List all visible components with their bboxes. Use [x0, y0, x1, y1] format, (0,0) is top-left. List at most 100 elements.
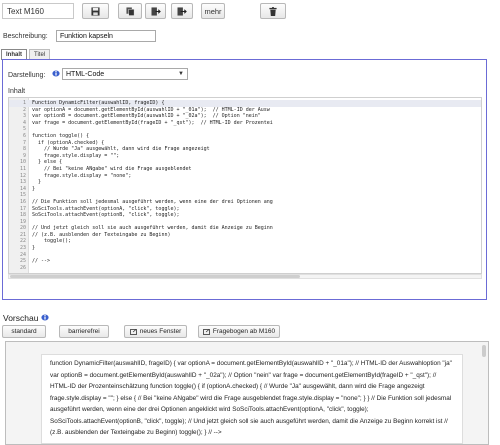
code-line: 9 frage.style.display = "";	[9, 153, 481, 160]
code-line: 21 // (z.B. ausblenden der Texteingabe zu…	[9, 232, 481, 239]
more-label: mehr	[204, 6, 222, 16]
line-number: 12	[19, 172, 26, 179]
code-text: Function DynamicFilter(auswahlID, frageI…	[32, 100, 165, 106]
line-number: 16	[19, 198, 26, 205]
line-number: 20	[19, 225, 26, 232]
code-line: 22 toggle();	[9, 238, 481, 245]
scrollbar-thumb[interactable]	[10, 275, 300, 278]
preview-text: function DynamicFilter(auswahlID, frageI…	[50, 360, 452, 436]
item-title: Text M160	[2, 3, 74, 19]
code-line: 6 function toggle() {	[9, 133, 481, 140]
preview-heading: Vorschau	[3, 313, 39, 323]
duplicate-button[interactable]	[118, 3, 142, 19]
description-label: Beschreibung:	[3, 33, 48, 40]
move-out-icon	[151, 6, 161, 16]
line-number: 8	[22, 146, 26, 153]
code-text: }	[32, 179, 42, 186]
move-in-button[interactable]	[171, 3, 193, 19]
code-line: 17 SoSciTools.attachEvent(optionA, "click…	[9, 206, 481, 213]
code-text: toggle();	[32, 238, 72, 245]
code-text: if (optionA.checked) {	[32, 139, 105, 146]
info-icon[interactable]	[41, 314, 49, 321]
save-button[interactable]	[82, 3, 109, 19]
line-number: 19	[19, 218, 26, 225]
line-number: 9	[22, 152, 26, 159]
code-line: 26	[9, 265, 481, 272]
display-mode-value: HTML-Code	[66, 71, 105, 78]
save-icon	[91, 6, 100, 16]
preview-new-window-button[interactable]: neues Fenster	[124, 325, 187, 338]
display-mode-select[interactable]: HTML-Code ▼	[62, 68, 188, 80]
preview-accessible-button[interactable]: barrierefrei	[59, 325, 109, 338]
line-number: 4	[22, 119, 26, 126]
new-window-icon	[129, 328, 137, 335]
preview-content: function DynamicFilter(auswahlID, frageI…	[41, 354, 463, 444]
more-button[interactable]: mehr	[201, 3, 225, 19]
line-number: 2	[22, 106, 26, 113]
code-text: // Und jetzt gleich soll sie auch ausgef…	[32, 225, 273, 232]
top-toolbar: Text M160 mehr	[0, 0, 500, 22]
line-number: 22	[19, 238, 26, 245]
code-text: // Wurde "Ja" ausgewählt, dann wird die …	[32, 146, 210, 153]
code-text: SoSciTools.attachEvent(optionA, "click",…	[32, 205, 180, 212]
code-line: 20 // Und jetzt gleich soll sie auch ausg…	[9, 225, 481, 232]
code-line: 13 }	[9, 179, 481, 186]
code-line: 25 // -->	[9, 258, 481, 265]
preview-standard-label: standard	[11, 328, 37, 335]
move-out-button[interactable]	[145, 3, 166, 19]
code-text: frage.style.display = "";	[32, 152, 120, 159]
code-line: 3 var optionB = document.getElementById(a…	[9, 113, 481, 120]
line-number: 11	[19, 165, 26, 172]
line-number: 13	[19, 179, 26, 186]
code-line: 7 if (optionA.checked) {	[9, 140, 481, 147]
code-line: 15	[9, 192, 481, 199]
code-text: }	[32, 245, 36, 252]
preview-questionnaire-button[interactable]: Fragebogen ab M160	[198, 325, 280, 338]
code-line: 11 // Bei "keine ANgabe" wird die Frage …	[9, 166, 481, 173]
move-in-icon	[177, 6, 187, 16]
preview-standard-button[interactable]: standard	[2, 325, 46, 338]
new-window-icon	[203, 328, 210, 335]
chevron-down-icon: ▼	[178, 71, 184, 77]
line-number: 10	[19, 159, 26, 166]
code-text: // Bei "keine ANgabe" wird die Frage aus…	[32, 165, 192, 172]
editor-horizontal-scrollbar[interactable]	[8, 274, 482, 279]
line-number: 5	[22, 126, 26, 133]
line-number: 1	[22, 100, 26, 106]
line-number: 3	[22, 113, 26, 120]
display-mode-label: Darstellung:	[8, 72, 46, 79]
preview-frame: function DynamicFilter(auswahlID, frageI…	[5, 341, 489, 445]
code-text: function toggle() {	[32, 132, 90, 139]
line-number: 23	[19, 245, 26, 252]
code-line: 1 Function DynamicFilter(auswahlID, frage…	[9, 100, 481, 107]
code-text: var optionA = document.getElementById(au…	[32, 106, 270, 113]
preview-scrollbar[interactable]	[482, 345, 486, 357]
line-number: 21	[19, 231, 26, 238]
code-editor[interactable]: 1 Function DynamicFilter(auswahlID, frage…	[8, 97, 482, 274]
code-lines: 1 Function DynamicFilter(auswahlID, frage…	[9, 100, 481, 271]
line-number: 25	[19, 258, 26, 265]
line-number: 18	[19, 212, 26, 219]
code-text: // (z.B. ausblenden der Texteingabe zu B…	[32, 231, 171, 238]
code-line: 5	[9, 126, 481, 133]
code-text: }	[32, 185, 36, 192]
line-number: 24	[19, 251, 26, 258]
code-line: 4 var frage = document.getElementById(fra…	[9, 120, 481, 127]
code-line: 24	[9, 252, 481, 259]
code-line: 12 frage.style.display = "none";	[9, 173, 481, 180]
info-icon[interactable]	[52, 70, 60, 77]
line-number: 6	[22, 132, 26, 139]
code-line: 19	[9, 219, 481, 226]
copy-icon	[125, 6, 134, 16]
line-number: 17	[19, 205, 26, 212]
code-text: var optionB = document.getElementById(au…	[32, 113, 261, 120]
code-text: SoSciTools.attachEvent(optionB, "click",…	[32, 212, 180, 219]
code-line: 10 } else {	[9, 159, 481, 166]
description-input[interactable]: Funktion kapseln	[56, 30, 156, 42]
preview-accessible-label: barrierefrei	[68, 328, 100, 335]
code-text: // -->	[32, 258, 51, 265]
code-line: 18 SoSciTools.attachEvent(optionB, "click…	[9, 212, 481, 219]
content-label: Inhalt	[8, 88, 26, 95]
delete-button[interactable]	[260, 3, 286, 19]
code-line: 8 // Wurde "Ja" ausgewählt, dann wird di…	[9, 146, 481, 153]
